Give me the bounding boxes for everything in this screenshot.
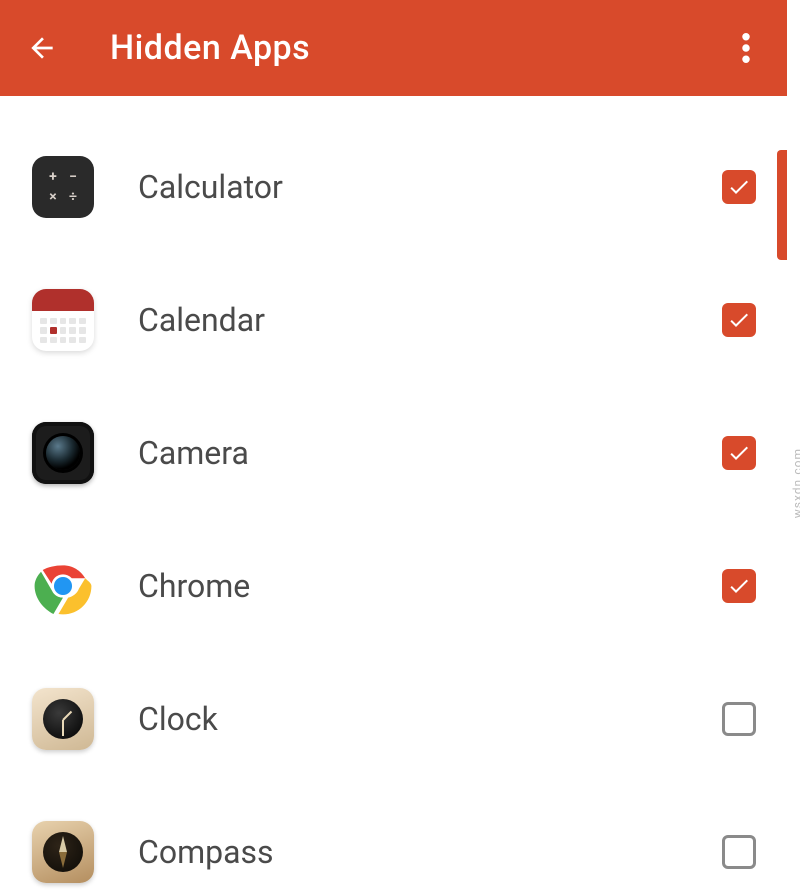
clock-icon — [32, 688, 94, 750]
app-item-calculator[interactable]: +−×÷ Calculator — [0, 120, 788, 253]
app-list: +−×÷ Calculator Calendar Camera — [0, 96, 788, 896]
arrow-left-icon — [26, 32, 58, 64]
app-label: Calendar — [138, 301, 722, 339]
app-label: Camera — [138, 434, 722, 472]
chrome-icon — [32, 555, 94, 617]
overflow-menu-button[interactable] — [724, 26, 768, 70]
compass-icon — [32, 821, 94, 883]
app-bar: Hidden Apps — [0, 0, 788, 96]
app-label: Compass — [138, 833, 722, 871]
watermark: wsxdn.com — [790, 448, 800, 518]
checkbox-camera[interactable] — [722, 436, 756, 470]
app-label: Chrome — [138, 567, 722, 605]
page-title: Hidden Apps — [110, 28, 310, 68]
checkbox-chrome[interactable] — [722, 569, 756, 603]
checkbox-calculator[interactable] — [722, 170, 756, 204]
screen: Hidden Apps +−×÷ Calculator Calendar — [0, 0, 788, 896]
app-item-chrome[interactable]: Chrome — [0, 519, 788, 652]
back-button[interactable] — [20, 26, 64, 70]
app-item-compass[interactable]: Compass — [0, 785, 788, 896]
calculator-icon: +−×÷ — [32, 156, 94, 218]
check-icon — [727, 175, 751, 199]
check-icon — [727, 441, 751, 465]
checkbox-calendar[interactable] — [722, 303, 756, 337]
checkbox-compass[interactable] — [722, 835, 756, 869]
app-item-clock[interactable]: Clock — [0, 652, 788, 785]
app-item-camera[interactable]: Camera — [0, 386, 788, 519]
app-label: Clock — [138, 700, 722, 738]
more-vert-icon — [742, 33, 750, 63]
camera-icon — [32, 422, 94, 484]
app-label: Calculator — [138, 168, 722, 206]
calendar-icon — [32, 289, 94, 351]
check-icon — [727, 574, 751, 598]
app-item-calendar[interactable]: Calendar — [0, 253, 788, 386]
check-icon — [727, 308, 751, 332]
checkbox-clock[interactable] — [722, 702, 756, 736]
